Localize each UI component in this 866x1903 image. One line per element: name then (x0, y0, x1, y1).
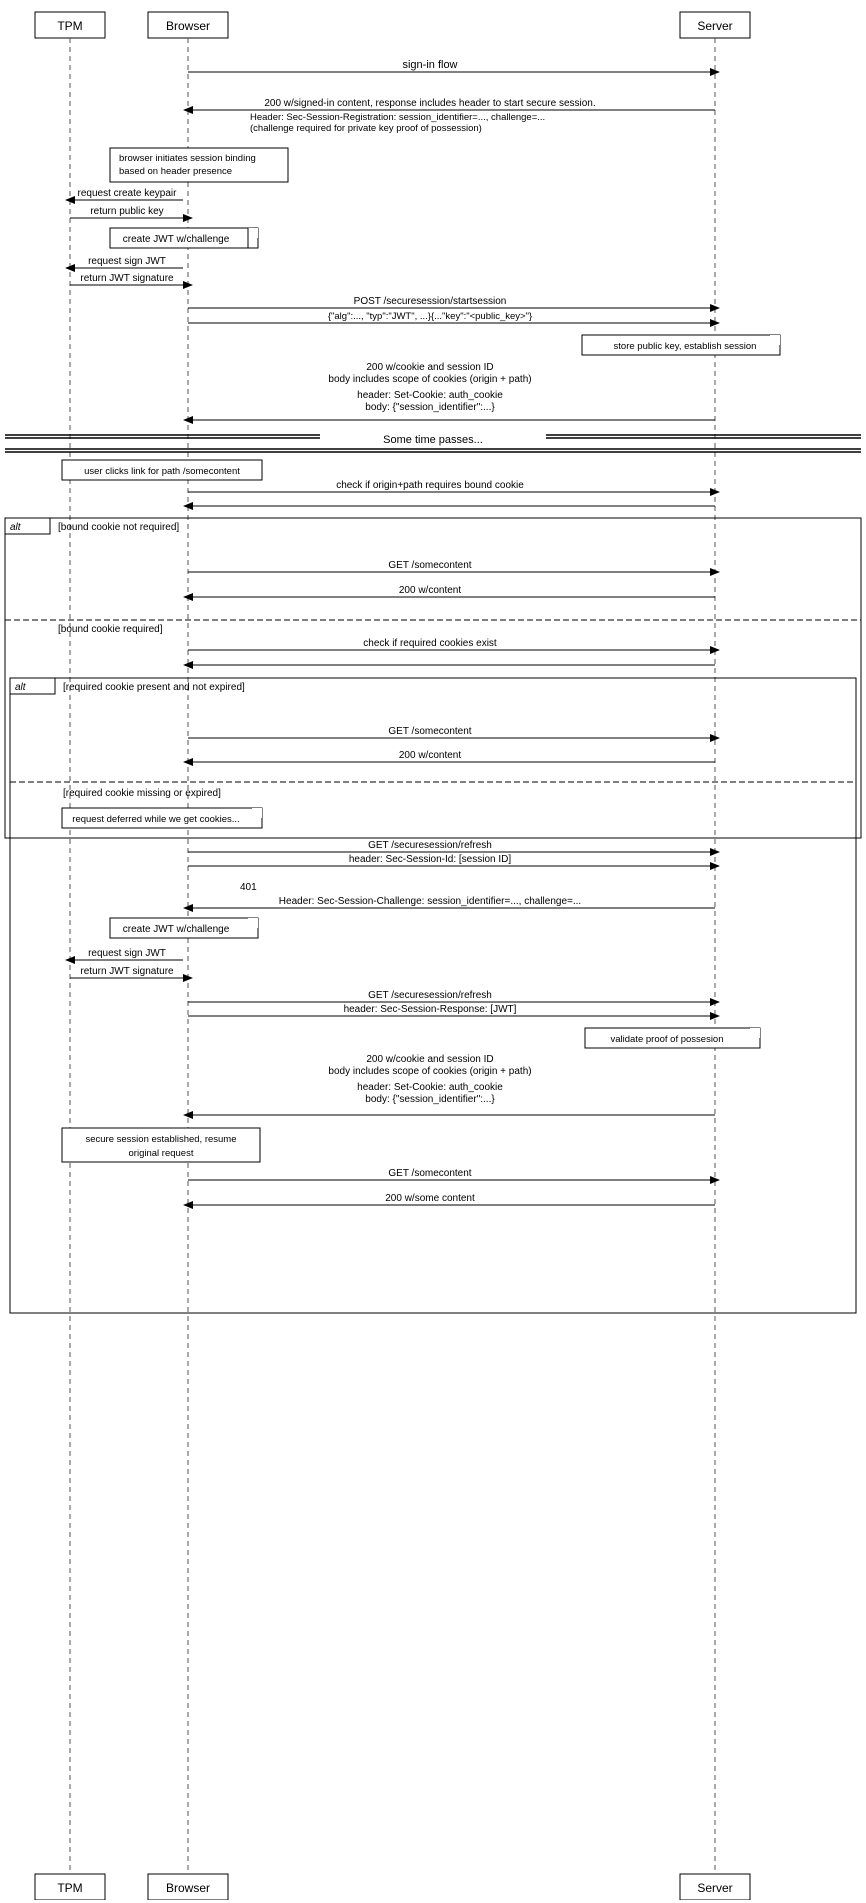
svg-text:check if origin+path requires: check if origin+path requires bound cook… (336, 480, 524, 491)
svg-text:check if required cookies exis: check if required cookies exist (363, 638, 497, 649)
svg-text:Server: Server (697, 19, 732, 33)
svg-text:GET /securesession/refresh: GET /securesession/refresh (368, 990, 492, 1001)
svg-text:{"alg":..., "typ":"JWT", ...}{: {"alg":..., "typ":"JWT", ...}{..."key":"… (328, 311, 532, 322)
svg-text:Browser: Browser (166, 1881, 210, 1895)
svg-text:validate proof of possesion: validate proof of possesion (610, 1034, 723, 1045)
svg-text:401: 401 (240, 882, 257, 893)
svg-text:request sign JWT: request sign JWT (88, 256, 166, 267)
svg-text:TPM: TPM (57, 1881, 82, 1895)
svg-text:create JWT w/challenge: create JWT w/challenge (123, 234, 230, 245)
svg-text:Header: Sec-Session-Challenge:: Header: Sec-Session-Challenge: session_i… (279, 896, 581, 907)
svg-text:POST /securesession/startsessi: POST /securesession/startsession (354, 296, 507, 307)
svg-text:body: {"session_identifier":..: body: {"session_identifier":...} (365, 402, 495, 413)
svg-text:browser initiates session bind: browser initiates session binding (119, 153, 256, 164)
svg-text:return JWT signature: return JWT signature (80, 966, 174, 977)
svg-text:Header: Sec-Session-Registrati: Header: Sec-Session-Registration: sessio… (250, 112, 545, 123)
svg-text:alt: alt (10, 522, 22, 533)
svg-text:store public key, establish se: store public key, establish session (614, 341, 757, 352)
svg-text:Server: Server (697, 1881, 732, 1895)
svg-text:(challenge required for privat: (challenge required for private key proo… (250, 123, 482, 134)
svg-text:body: {"session_identifier":..: body: {"session_identifier":...} (365, 1094, 495, 1105)
svg-text:header: Sec-Session-Id: [sessi: header: Sec-Session-Id: [session ID] (349, 854, 512, 865)
svg-text:header: Set-Cookie: auth_cooki: header: Set-Cookie: auth_cookie (357, 1082, 503, 1093)
svg-text:[required cookie missing or ex: [required cookie missing or expired] (63, 788, 221, 799)
diagram-container: TPM Browser Server TPM Browser Server si… (0, 0, 866, 1900)
svg-text:GET /somecontent: GET /somecontent (388, 560, 471, 571)
svg-text:GET /securesession/refresh: GET /securesession/refresh (368, 840, 492, 851)
svg-text:TPM: TPM (57, 19, 82, 33)
svg-text:200 w/signed-in content, respo: 200 w/signed-in content, response includ… (264, 98, 595, 109)
svg-text:Some time passes...: Some time passes... (383, 434, 483, 446)
svg-text:[required cookie present and n: [required cookie present and not expired… (63, 682, 245, 693)
svg-text:request create keypair: request create keypair (78, 188, 178, 199)
svg-text:secure session established, re: secure session established, resume (85, 1134, 236, 1145)
svg-text:return public key: return public key (90, 206, 163, 217)
svg-text:header: Sec-Session-Response:: header: Sec-Session-Response: [JWT] (344, 1004, 517, 1015)
svg-text:alt: alt (15, 682, 27, 693)
svg-text:200 w/content: 200 w/content (399, 750, 461, 761)
svg-text:based on header presence: based on header presence (119, 166, 232, 177)
svg-text:GET /somecontent: GET /somecontent (388, 726, 471, 737)
svg-text:return JWT signature: return JWT signature (80, 273, 174, 284)
svg-text:body includes scope of cookies: body includes scope of cookies (origin +… (328, 1066, 531, 1077)
svg-text:[bound cookie required]: [bound cookie required] (58, 624, 163, 635)
svg-text:original request: original request (129, 1148, 194, 1159)
svg-text:Browser: Browser (166, 19, 210, 33)
svg-text:request deferred while we get: request deferred while we get cookies... (72, 814, 239, 825)
svg-text:request sign JWT: request sign JWT (88, 948, 166, 959)
svg-text:GET /somecontent: GET /somecontent (388, 1168, 471, 1179)
svg-text:header: Set-Cookie: auth_cooki: header: Set-Cookie: auth_cookie (357, 390, 503, 401)
svg-text:sign-in flow: sign-in flow (402, 59, 457, 71)
svg-text:[bound cookie not required]: [bound cookie not required] (58, 522, 179, 533)
svg-text:create JWT w/challenge: create JWT w/challenge (123, 924, 230, 935)
svg-text:200 w/cookie and session ID: 200 w/cookie and session ID (366, 362, 493, 373)
svg-text:200 w/content: 200 w/content (399, 585, 461, 596)
svg-text:body includes scope of cookies: body includes scope of cookies (origin +… (328, 374, 531, 385)
sequence-diagram: TPM Browser Server TPM Browser Server si… (0, 0, 866, 1900)
svg-text:200 w/cookie and session ID: 200 w/cookie and session ID (366, 1054, 493, 1065)
svg-text:200 w/some content: 200 w/some content (385, 1193, 475, 1204)
svg-text:user clicks link for path /som: user clicks link for path /somecontent (84, 466, 240, 477)
